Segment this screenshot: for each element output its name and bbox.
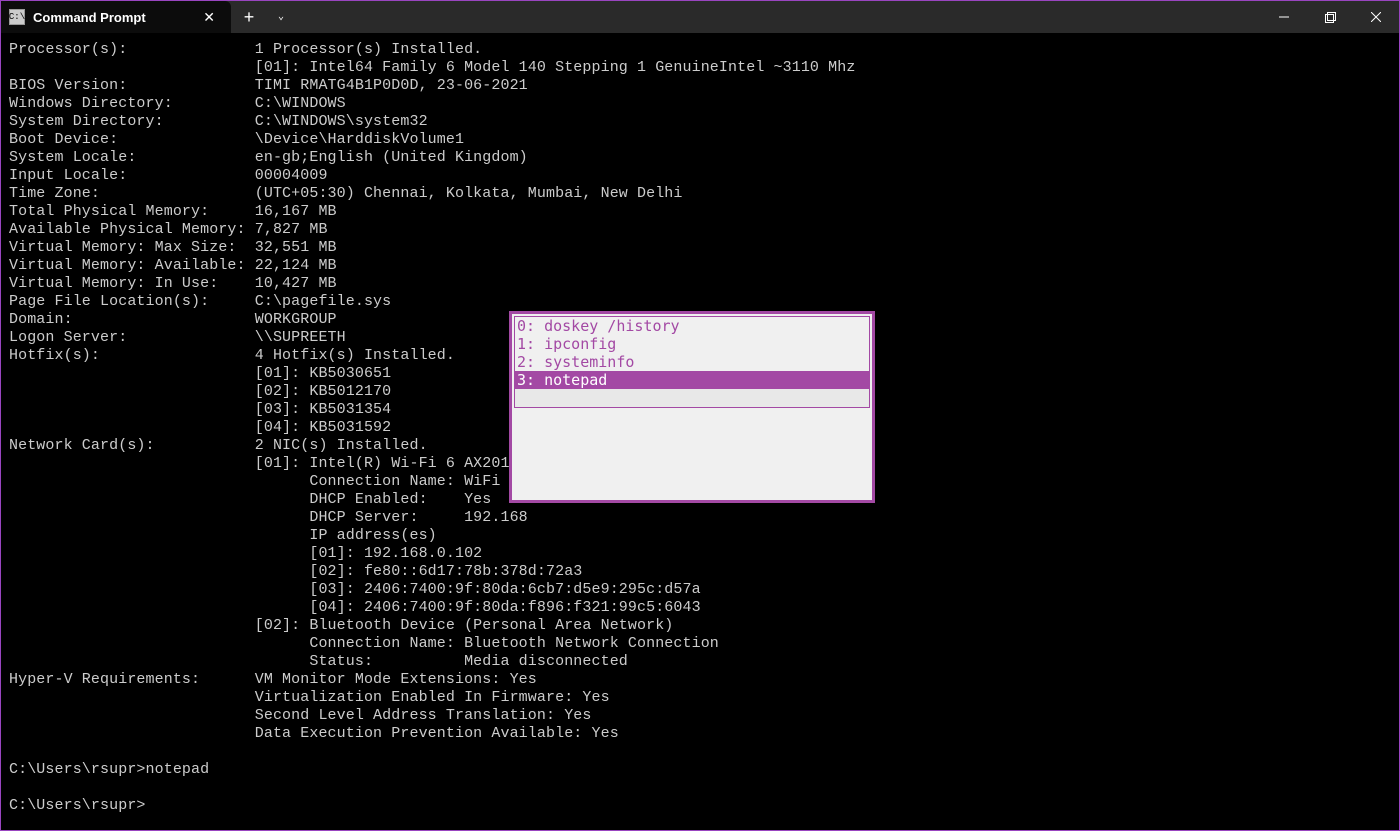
titlebar-drag-area[interactable] [295,1,1261,33]
tab-title: Command Prompt [33,10,191,25]
tab-command-prompt[interactable]: C:\ Command Prompt ✕ [1,1,231,33]
titlebar: C:\ Command Prompt ✕ + ⌄ [1,1,1399,33]
history-popup-padding [514,408,870,498]
close-button[interactable] [1353,1,1399,33]
new-tab-button[interactable]: + [231,1,267,33]
history-item-1[interactable]: 1: ipconfig [515,335,869,353]
history-input-line[interactable] [515,389,869,407]
history-item-2[interactable]: 2: systeminfo [515,353,869,371]
tab-dropdown-button[interactable]: ⌄ [267,1,295,33]
history-item-3[interactable]: 3: notepad [515,371,869,389]
cmd-icon: C:\ [9,9,25,25]
tab-close-button[interactable]: ✕ [199,7,219,28]
command-history-popup: 0: doskey /history1: ipconfig2: systemin… [509,311,875,503]
history-item-0[interactable]: 0: doskey /history [515,317,869,335]
minimize-button[interactable] [1261,1,1307,33]
history-list[interactable]: 0: doskey /history1: ipconfig2: systemin… [514,316,870,408]
maximize-button[interactable] [1307,1,1353,33]
